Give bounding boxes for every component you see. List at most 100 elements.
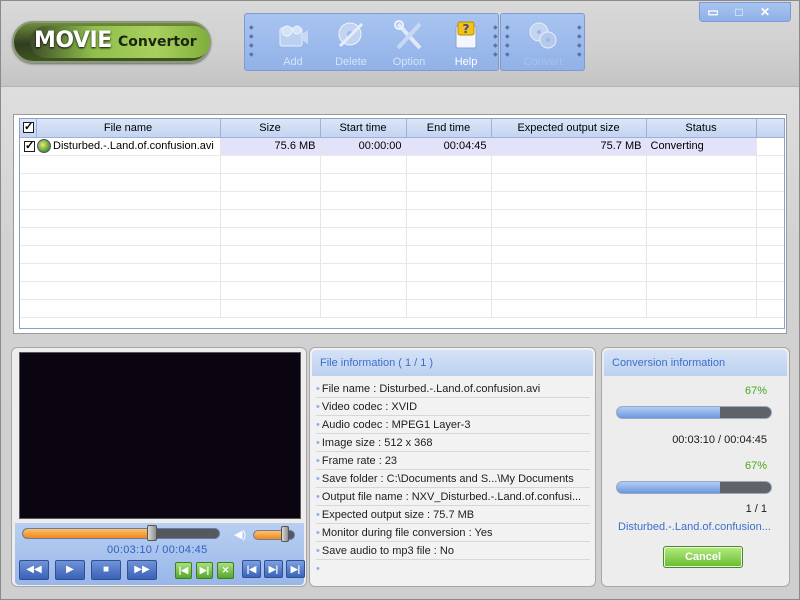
seek-handle[interactable] — [147, 525, 157, 541]
rewind-icon: ◀◀ — [26, 564, 42, 575]
empty-cell — [220, 227, 321, 246]
mark-end-icon: ▶| — [199, 565, 210, 575]
cancel-button[interactable]: Cancel — [663, 546, 743, 568]
bullet-icon: • — [316, 527, 320, 539]
header-select-all[interactable] — [20, 119, 37, 138]
empty-cell — [406, 299, 492, 318]
rewind-button[interactable]: ◀◀ — [19, 560, 49, 580]
fast-forward-button[interactable]: ▶▶ — [127, 560, 157, 580]
cell-filler — [756, 137, 784, 156]
add-button[interactable]: Add — [265, 18, 321, 70]
bullet-icon: • — [316, 455, 320, 467]
empty-cell — [320, 263, 407, 282]
header-start-time[interactable]: Start time — [320, 119, 407, 138]
file-information-list: • File name : Disturbed.-.Land.of.confusi… — [316, 380, 590, 578]
volume-icon[interactable]: ◀) — [234, 528, 246, 541]
empty-cell — [491, 209, 647, 228]
main-toolbar: ◆ ◆ ◆ ◆ Add Delete Option ? Help ◆ ◆ ◆ ◆ — [244, 13, 499, 71]
toolbar-grip[interactable]: ◆ ◆ ◆ ◆ — [249, 24, 254, 62]
list-item: • Image size : 512 x 368 — [316, 434, 590, 452]
window-controls: ▭ □ ✕ — [699, 2, 791, 22]
play-button[interactable]: ▶ — [55, 560, 85, 580]
stop-icon: ■ — [102, 564, 110, 575]
seek-bar[interactable] — [22, 528, 220, 539]
empty-cell — [646, 155, 757, 174]
empty-cell — [646, 245, 757, 264]
cell-status: Converting — [646, 137, 757, 156]
next-frame-button[interactable]: ▶| — [286, 560, 305, 578]
empty-cell — [491, 299, 647, 318]
file-progress-fill — [617, 407, 721, 418]
empty-cell — [406, 209, 492, 228]
empty-cell — [756, 245, 784, 264]
cell-file-name[interactable]: Disturbed.-.Land.of.confusion.avi — [20, 137, 221, 156]
video-screen[interactable] — [19, 352, 301, 519]
conversion-information-panel: Conversion information 67% 00:03:10 / 00… — [601, 347, 790, 587]
empty-cell — [20, 173, 221, 192]
empty-cell — [320, 281, 407, 300]
toolbar-grip-right[interactable]: ◆ ◆ ◆ ◆ — [493, 24, 498, 62]
list-item: • Save folder : C:\Documents and S...\My … — [316, 470, 590, 488]
close-button[interactable]: ✕ — [752, 3, 778, 21]
select-all-checkbox[interactable] — [23, 120, 34, 134]
cell-size: 75.6 MB — [220, 137, 321, 156]
volume-handle[interactable] — [281, 526, 289, 542]
logo-text-movie: MOVIE — [34, 28, 112, 53]
convert-toolbar-grip[interactable]: ◆ ◆ ◆ ◆ — [505, 24, 510, 62]
header-size[interactable]: Size — [220, 119, 321, 138]
total-progress-fill — [617, 482, 721, 493]
bullet-icon: • — [316, 545, 320, 557]
empty-table-row — [20, 191, 784, 210]
stop-button[interactable]: ■ — [91, 560, 121, 580]
maximize-button[interactable]: □ — [726, 3, 752, 21]
empty-cell — [20, 299, 221, 318]
header-end-time[interactable]: End time — [406, 119, 492, 138]
empty-cell — [220, 191, 321, 210]
empty-cell — [756, 209, 784, 228]
cell-start-time[interactable]: 00:00:00 — [320, 137, 407, 156]
empty-cell — [20, 245, 221, 264]
file-list-panel: File name Size Start time End time Expec… — [13, 114, 787, 334]
header-status[interactable]: Status — [646, 119, 757, 138]
cell-end-time[interactable]: 00:04:45 — [406, 137, 492, 156]
convert-button[interactable]: Convert — [515, 18, 571, 70]
empty-cell — [491, 227, 647, 246]
empty-table-row — [20, 155, 784, 174]
option-button[interactable]: Option — [381, 18, 437, 70]
player-controls: ◀) 00:03:10 / 00:04:45 ◀◀ ▶ ■ ▶▶ |◀ ▶| ✕… — [15, 523, 305, 585]
header-file-name[interactable]: File name — [36, 119, 221, 138]
help-button[interactable]: ? Help — [438, 18, 494, 70]
convert-button-label: Convert — [523, 56, 563, 68]
list-item: • Video codec : XVID — [316, 398, 590, 416]
empty-cell — [756, 299, 784, 318]
empty-cell — [20, 281, 221, 300]
go-to-start-button[interactable]: |◀ — [242, 560, 261, 578]
add-button-label: Add — [283, 56, 303, 68]
mark-end-button[interactable]: ▶| — [196, 562, 213, 579]
header-expected-output-size[interactable]: Expected output size — [491, 119, 647, 138]
empty-cell — [406, 227, 492, 246]
go-to-end-button[interactable]: ▶| — [264, 560, 283, 578]
row-checkbox[interactable] — [24, 139, 35, 152]
empty-cell — [406, 281, 492, 300]
info-video-codec: Video codec : XVID — [321, 401, 418, 413]
help-button-label: Help — [454, 56, 478, 68]
conversion-time: 00:03:10 / 00:04:45 — [672, 434, 767, 446]
playback-time: 00:03:10 / 00:04:45 — [107, 544, 208, 556]
list-item: • Output file name : NXV_Disturbed.-.Land… — [316, 488, 590, 506]
minimize-button[interactable]: ▭ — [700, 3, 726, 21]
convert-toolbar-grip-right[interactable]: ◆ ◆ ◆ ◆ — [577, 24, 582, 62]
empty-table-row — [20, 281, 784, 300]
option-button-label: Option — [392, 56, 426, 68]
delete-film-icon — [338, 22, 364, 48]
go-to-start-icon: |◀ — [246, 564, 257, 574]
delete-button[interactable]: Delete — [323, 18, 379, 70]
trim-button[interactable]: ✕ — [217, 562, 234, 579]
table-row[interactable]: Disturbed.-.Land.of.confusion.avi 75.6 M… — [20, 137, 784, 156]
empty-cell — [220, 299, 321, 318]
mark-start-button[interactable]: |◀ — [175, 562, 192, 579]
empty-cell — [756, 263, 784, 282]
empty-cell — [491, 281, 647, 300]
empty-cell — [220, 245, 321, 264]
file-progress-bar — [616, 406, 772, 419]
